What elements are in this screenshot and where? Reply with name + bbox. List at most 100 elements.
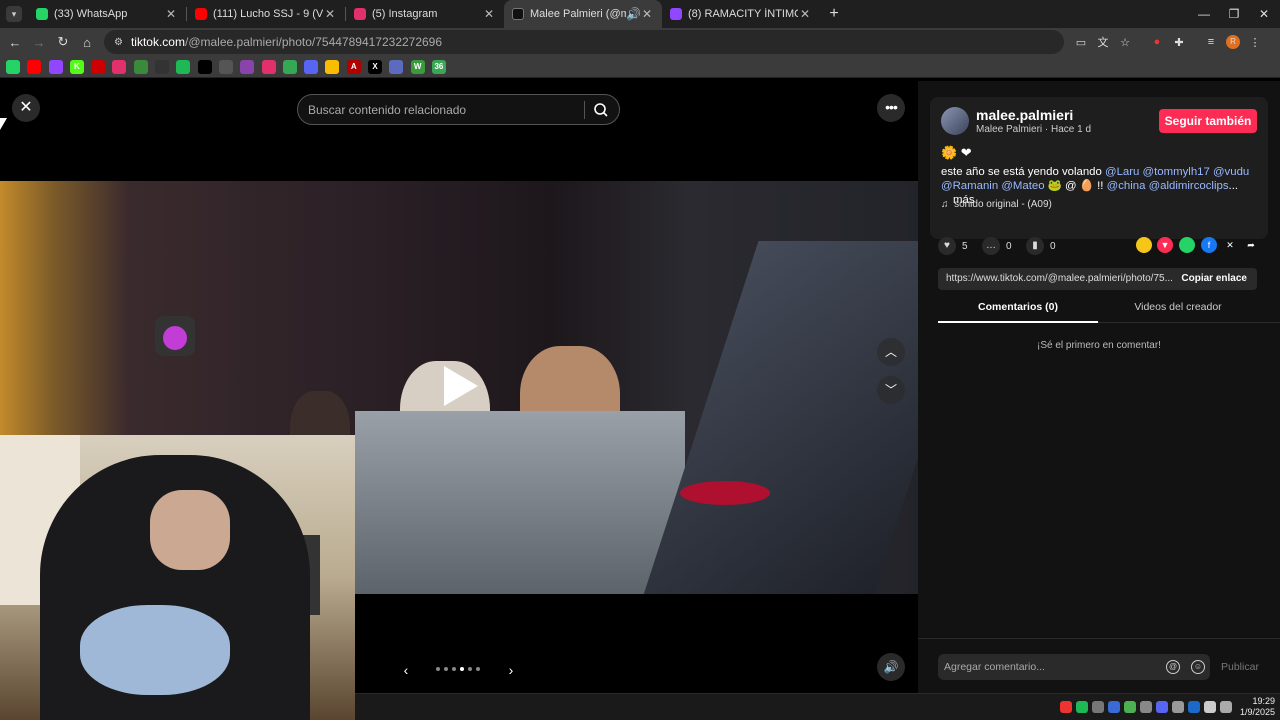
- address-bar[interactable]: ⚙ tiktok.com/@malee.palmieri/photo/75447…: [104, 30, 1064, 54]
- follow-button[interactable]: Seguir también: [1159, 109, 1257, 133]
- carousel-dot[interactable]: [476, 667, 480, 671]
- system-clock[interactable]: 19:29 1/9/2025: [1240, 696, 1275, 718]
- carousel-dot[interactable]: [460, 667, 464, 671]
- bookmark-icon[interactable]: [176, 59, 191, 74]
- tray-app-icon[interactable]: [1108, 701, 1120, 713]
- next-photo-button[interactable]: ›: [501, 655, 521, 685]
- tray-app-icon[interactable]: [1092, 701, 1104, 713]
- bookmark-icon[interactable]: [218, 59, 233, 74]
- puzzle-icon[interactable]: ✚: [1168, 32, 1190, 52]
- tab-tiktok-active[interactable]: Malee Palmieri (@malee.pal 🔊 ✕: [504, 0, 662, 28]
- back-button[interactable]: ←: [3, 35, 27, 50]
- chevron-up-icon[interactable]: ︿: [877, 338, 905, 366]
- comment-button[interactable]: … 0: [982, 237, 1012, 255]
- previous-photo-button[interactable]: ‹: [396, 655, 416, 685]
- translate-icon[interactable]: 文: [1092, 32, 1114, 52]
- bookmark-icon[interactable]: [389, 59, 404, 74]
- close-icon[interactable]: ✕: [164, 7, 178, 21]
- bookmark-icon[interactable]: 36: [431, 59, 446, 74]
- site-info-icon[interactable]: ⚙: [114, 37, 123, 48]
- close-icon[interactable]: ✕: [482, 7, 496, 21]
- tray-app-icon[interactable]: [1060, 701, 1072, 713]
- bookmark-icon[interactable]: [155, 59, 170, 74]
- carousel-dot[interactable]: [452, 667, 456, 671]
- extension-icon[interactable]: ●: [1146, 32, 1168, 52]
- chevron-down-icon[interactable]: ﹀: [877, 376, 905, 404]
- volume-button[interactable]: 🔊: [877, 653, 905, 681]
- caption-mention[interactable]: @Ramanin @Mateo: [941, 180, 1045, 192]
- home-button[interactable]: ⌂: [75, 35, 99, 50]
- publish-button[interactable]: Publicar: [1221, 661, 1259, 673]
- tray-app-icon[interactable]: [1124, 701, 1136, 713]
- close-icon[interactable]: ✕: [323, 7, 337, 21]
- search-icon[interactable]: [593, 102, 609, 118]
- like-button[interactable]: ♥ 5: [938, 237, 968, 255]
- discord-icon[interactable]: [1156, 701, 1168, 713]
- share-link[interactable]: https://www.tiktok.com/@malee.palmieri/p…: [946, 268, 1182, 290]
- tab-twitch[interactable]: (8) RAMACITY ÍNTIMO: BRESH ✕: [662, 0, 820, 28]
- bookmark-icon[interactable]: [197, 59, 212, 74]
- caption-mention[interactable]: @Laru @tommylh17 @vudu: [1105, 166, 1249, 178]
- reload-button[interactable]: ↻: [51, 34, 75, 50]
- tray-app-icon[interactable]: [1172, 701, 1184, 713]
- bookmark-icon[interactable]: [282, 59, 297, 74]
- caption-mention[interactable]: @china @aldimircoclips: [1107, 180, 1229, 192]
- kebab-menu-icon[interactable]: ⋮: [1244, 32, 1266, 52]
- tab-search-icon[interactable]: ▾: [6, 6, 22, 22]
- copy-link-button[interactable]: Copiar enlace: [1181, 268, 1247, 290]
- share-whatsapp-icon[interactable]: [1179, 237, 1195, 253]
- bookmark-icon[interactable]: [325, 59, 340, 74]
- close-icon[interactable]: ✕: [640, 7, 654, 21]
- more-options-button[interactable]: •••: [877, 94, 905, 122]
- restore-button[interactable]: ❐: [1218, 0, 1250, 28]
- share-more-icon[interactable]: ➦: [1243, 237, 1259, 253]
- window-close-button[interactable]: ✕: [1248, 0, 1280, 28]
- bookmark-icon[interactable]: [6, 59, 20, 74]
- mention-icon[interactable]: @: [1166, 660, 1180, 674]
- carousel-dot[interactable]: [444, 667, 448, 671]
- tab-creator-videos[interactable]: Videos del creador: [1098, 301, 1258, 313]
- play-icon[interactable]: [444, 366, 478, 406]
- bookmark-icon[interactable]: [27, 59, 42, 74]
- bookmark-icon[interactable]: [240, 59, 255, 74]
- steam-icon[interactable]: [1188, 701, 1200, 713]
- avatar[interactable]: [941, 107, 969, 135]
- carousel-dot[interactable]: [468, 667, 472, 671]
- emoji-icon[interactable]: ☺: [1191, 660, 1205, 674]
- share-repost-icon[interactable]: [1136, 237, 1152, 253]
- tray-app-icon[interactable]: [1140, 701, 1152, 713]
- bookmark-icon[interactable]: [112, 59, 127, 74]
- bookmark-icon[interactable]: A: [346, 59, 361, 74]
- tab-youtube[interactable]: (111) Lucho SSJ - 9 (Videoclip O ✕: [187, 0, 345, 28]
- share-send-icon[interactable]: ▼: [1157, 237, 1173, 253]
- network-icon[interactable]: [1220, 701, 1232, 713]
- forward-button[interactable]: →: [27, 35, 51, 50]
- author-username[interactable]: malee.palmieri: [976, 107, 1073, 123]
- tab-comments[interactable]: Comentarios (0): [938, 301, 1098, 313]
- media-control-icon[interactable]: ≡: [1200, 32, 1222, 52]
- close-icon[interactable]: ✕: [798, 7, 812, 21]
- bookmark-icon[interactable]: X: [368, 59, 383, 74]
- save-button[interactable]: ▮ 0: [1026, 237, 1056, 255]
- music-row[interactable]: ♫ sonido original - (A09): [941, 199, 1052, 210]
- cast-icon[interactable]: ▭: [1070, 32, 1092, 52]
- tab-whatsapp[interactable]: (33) WhatsApp ✕: [28, 0, 186, 28]
- minimize-button[interactable]: —: [1188, 0, 1220, 28]
- spotify-icon[interactable]: [1076, 701, 1088, 713]
- related-search-input[interactable]: Buscar contenido relacionado: [297, 94, 620, 125]
- profile-avatar[interactable]: R: [1222, 32, 1244, 52]
- carousel-dot[interactable]: [436, 667, 440, 671]
- share-x-icon[interactable]: ✕: [1222, 237, 1238, 253]
- bookmark-icon[interactable]: [261, 59, 276, 74]
- bookmark-icon[interactable]: [48, 59, 63, 74]
- tab-instagram[interactable]: (5) Instagram ✕: [346, 0, 504, 28]
- bookmark-icon[interactable]: [304, 59, 319, 74]
- bookmark-star-icon[interactable]: ☆: [1114, 32, 1136, 52]
- bookmark-icon[interactable]: K: [69, 59, 84, 74]
- close-viewer-button[interactable]: ✕: [12, 94, 40, 122]
- bookmark-icon[interactable]: [91, 59, 106, 74]
- bookmark-icon[interactable]: [133, 59, 148, 74]
- comment-input[interactable]: Agregar comentario... @ ☺: [938, 654, 1210, 680]
- share-facebook-icon[interactable]: f: [1201, 237, 1217, 253]
- bookmark-icon[interactable]: W: [410, 59, 425, 74]
